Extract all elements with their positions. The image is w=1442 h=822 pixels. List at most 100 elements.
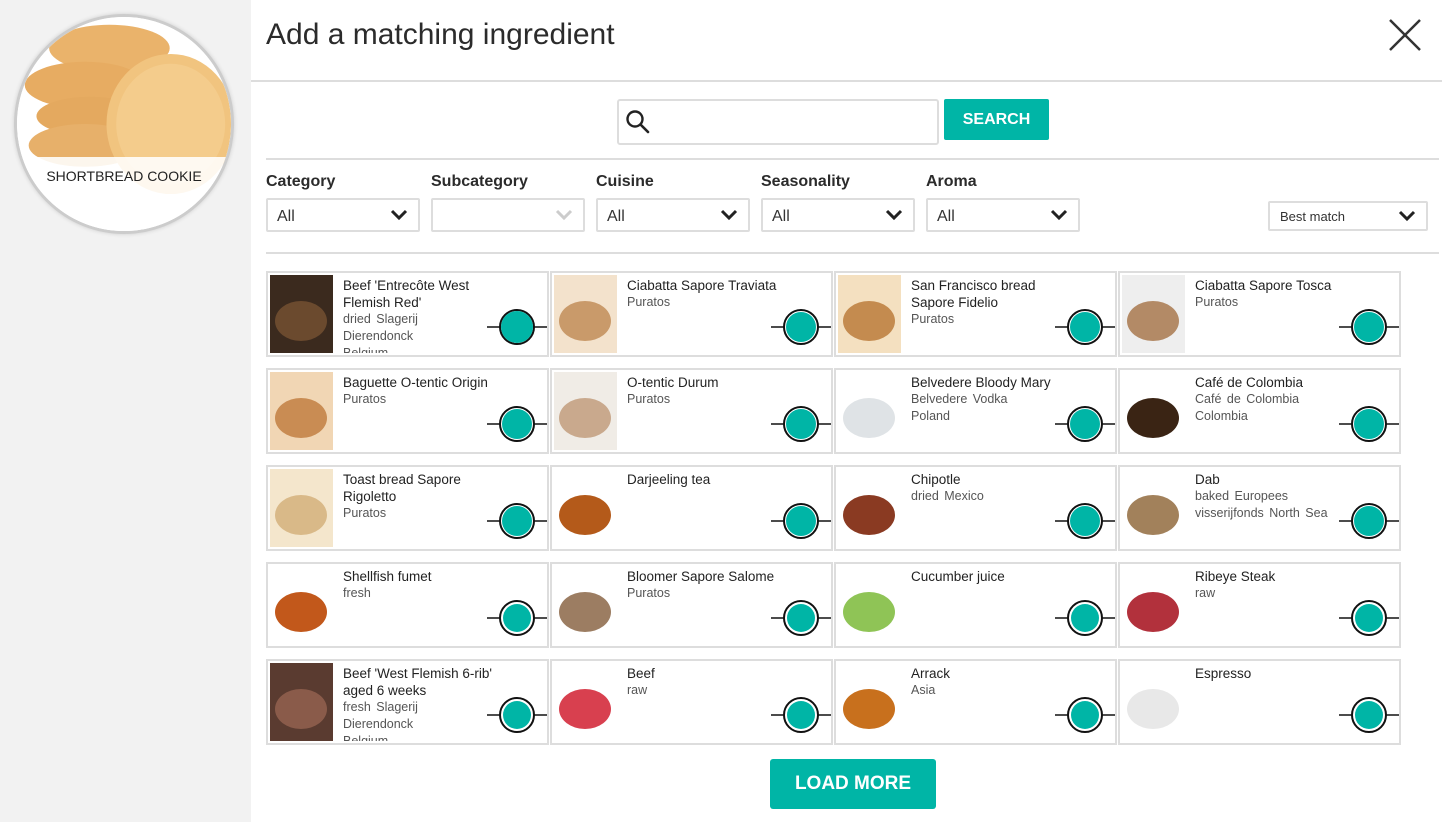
aroma-select[interactable]: All (926, 198, 1080, 232)
ingredient-meta: Café de Colombia (1195, 392, 1300, 406)
selected-ingredient-label: SHORTBREAD COOKIE (17, 157, 231, 231)
match-score-icon (771, 503, 831, 539)
ingredient-meta: raw (1195, 586, 1216, 600)
ingredient-info: Ciabatta Sapore Traviata Puratos (627, 277, 777, 353)
ingredient-card[interactable]: Cucumber juice (834, 562, 1117, 648)
ingredient-card[interactable]: Darjeeling tea (550, 465, 833, 551)
ingredient-card[interactable]: Toast bread Sapore Rigoletto Puratos (266, 465, 549, 551)
chevron-down-icon (555, 209, 573, 221)
selected-ingredient-badge[interactable]: SHORTBREAD COOKIE (14, 14, 234, 234)
ingredient-name: Beef 'Entrecôte West Flemish Red' (343, 278, 470, 310)
ingredient-meta: Belgium (343, 346, 389, 353)
search-field[interactable] (617, 99, 939, 145)
ingredient-card[interactable]: Baguette O-tentic Origin Puratos (266, 368, 549, 454)
chevron-down-icon (1398, 210, 1416, 222)
ingredient-name: Darjeeling tea (627, 472, 711, 487)
coffee-cup-image (1122, 372, 1185, 450)
dab-fish-image (1122, 469, 1185, 547)
search-input[interactable] (659, 105, 929, 139)
ingredient-name: Baguette O-tentic Origin (343, 375, 488, 390)
ingredient-name: Shellfish fumet (343, 569, 432, 584)
cuisine-select[interactable]: All (596, 198, 750, 232)
ingredient-info: Espresso (1195, 665, 1345, 741)
ingredient-name: Ciabatta Sapore Traviata (627, 278, 777, 293)
match-score-icon (487, 697, 547, 733)
ingredient-meta: Asia (911, 683, 936, 697)
durum-bread-image (554, 372, 617, 450)
filter-label: Category (266, 173, 336, 190)
ingredient-card[interactable]: Beef 'Entrecôte West Flemish Red' dried S… (266, 271, 549, 357)
filter-aroma: Aroma All (926, 172, 1080, 232)
ingredient-info: Bloomer Sapore Salome Puratos (627, 568, 777, 644)
ingredient-info: Café de Colombia Café de Colombia Colombia (1195, 374, 1345, 450)
espresso-cup-image (1122, 663, 1185, 741)
cucumber-juice-image (838, 566, 901, 644)
ingredient-meta: Puratos (343, 506, 387, 520)
tea-cup-image (554, 469, 617, 547)
match-score-icon (1339, 503, 1399, 539)
ingredient-info: Cucumber juice (911, 568, 1061, 644)
ingredient-name: Dab (1195, 472, 1220, 487)
select-value: All (277, 208, 295, 225)
ciabatta-image (554, 275, 617, 353)
select-value: All (772, 208, 790, 225)
ingredient-card[interactable]: Beef 'West Flemish 6-rib' aged 6 weeks fr… (266, 659, 549, 745)
ingredient-card[interactable]: Dab baked Europees visserijfonds North Se… (1118, 465, 1401, 551)
aged-beef-image (270, 663, 333, 741)
ingredient-card[interactable]: Espresso (1118, 659, 1401, 745)
ingredient-card[interactable]: Shellfish fumet fresh (266, 562, 549, 648)
ingredient-card[interactable]: Chipotle dried Mexico (834, 465, 1117, 551)
filter-label: Aroma (926, 173, 977, 190)
match-score-icon (1055, 309, 1115, 345)
ingredient-card[interactable]: Café de Colombia Café de Colombia Colombia (1118, 368, 1401, 454)
vodka-bottle-image (838, 372, 901, 450)
ingredient-meta: fresh (343, 586, 371, 600)
ingredient-meta: fresh Slagerij Dierendonck (343, 700, 418, 731)
ingredient-card[interactable]: Beef raw (550, 659, 833, 745)
toast-bread-image (270, 469, 333, 547)
search-button[interactable]: SEARCH (944, 99, 1049, 140)
filters-divider (266, 252, 1439, 254)
category-select[interactable]: All (266, 198, 420, 232)
match-score-icon (771, 600, 831, 636)
ingredient-name: Toast bread Sapore Rigoletto (343, 472, 461, 504)
ingredient-info: Chipotle dried Mexico (911, 471, 1061, 547)
ingredient-card[interactable]: Bloomer Sapore Salome Puratos (550, 562, 833, 648)
ingredient-info: Baguette O-tentic Origin Puratos (343, 374, 493, 450)
filter-label: Cuisine (596, 173, 654, 190)
ingredient-card[interactable]: Ribeye Steak raw (1118, 562, 1401, 648)
match-score-icon (1339, 697, 1399, 733)
seasonality-select[interactable]: All (761, 198, 915, 232)
ingredient-card[interactable]: O-tentic Durum Puratos (550, 368, 833, 454)
load-more-button[interactable]: LOAD MORE (770, 759, 936, 809)
ingredient-info: Ciabatta Sapore Tosca Puratos (1195, 277, 1345, 353)
ingredient-name: Bloomer Sapore Salome (627, 569, 775, 584)
arrack-bottles-image (838, 663, 901, 741)
ingredient-card[interactable]: Belvedere Bloody Mary Belvedere Vodka Pola… (834, 368, 1117, 454)
ingredient-info: Arrack Asia (911, 665, 1061, 741)
sort-select[interactable]: Best match (1268, 201, 1428, 231)
ingredient-card[interactable]: Ciabatta Sapore Traviata Puratos (550, 271, 833, 357)
match-score-icon (487, 406, 547, 442)
filter-seasonality: Seasonality All (761, 172, 915, 232)
ingredient-info: Beef 'West Flemish 6-rib' aged 6 weeks fr… (343, 665, 493, 741)
dialog-title: Add a matching ingredient (266, 18, 615, 51)
ingredient-info: Darjeeling tea (627, 471, 777, 547)
bloomer-bread-image (554, 566, 617, 644)
close-button[interactable] (1388, 18, 1422, 52)
ingredient-name: Ribeye Steak (1195, 569, 1276, 584)
match-score-icon (771, 309, 831, 345)
baguette-image (270, 372, 333, 450)
chevron-down-icon (885, 209, 903, 221)
ingredient-card[interactable]: Arrack Asia (834, 659, 1117, 745)
ingredient-card[interactable]: Ciabatta Sapore Tosca Puratos (1118, 271, 1401, 357)
dried-beef-image (270, 275, 333, 353)
ribeye-image (1122, 566, 1185, 644)
ingredient-info: Toast bread Sapore Rigoletto Puratos (343, 471, 493, 547)
match-score-icon (771, 406, 831, 442)
fumet-jug-image (270, 566, 333, 644)
match-score-icon (1055, 697, 1115, 733)
ingredient-name: Espresso (1195, 666, 1252, 681)
filter-label: Seasonality (761, 173, 850, 190)
ingredient-card[interactable]: San Francisco bread Sapore Fidelio Purato… (834, 271, 1117, 357)
